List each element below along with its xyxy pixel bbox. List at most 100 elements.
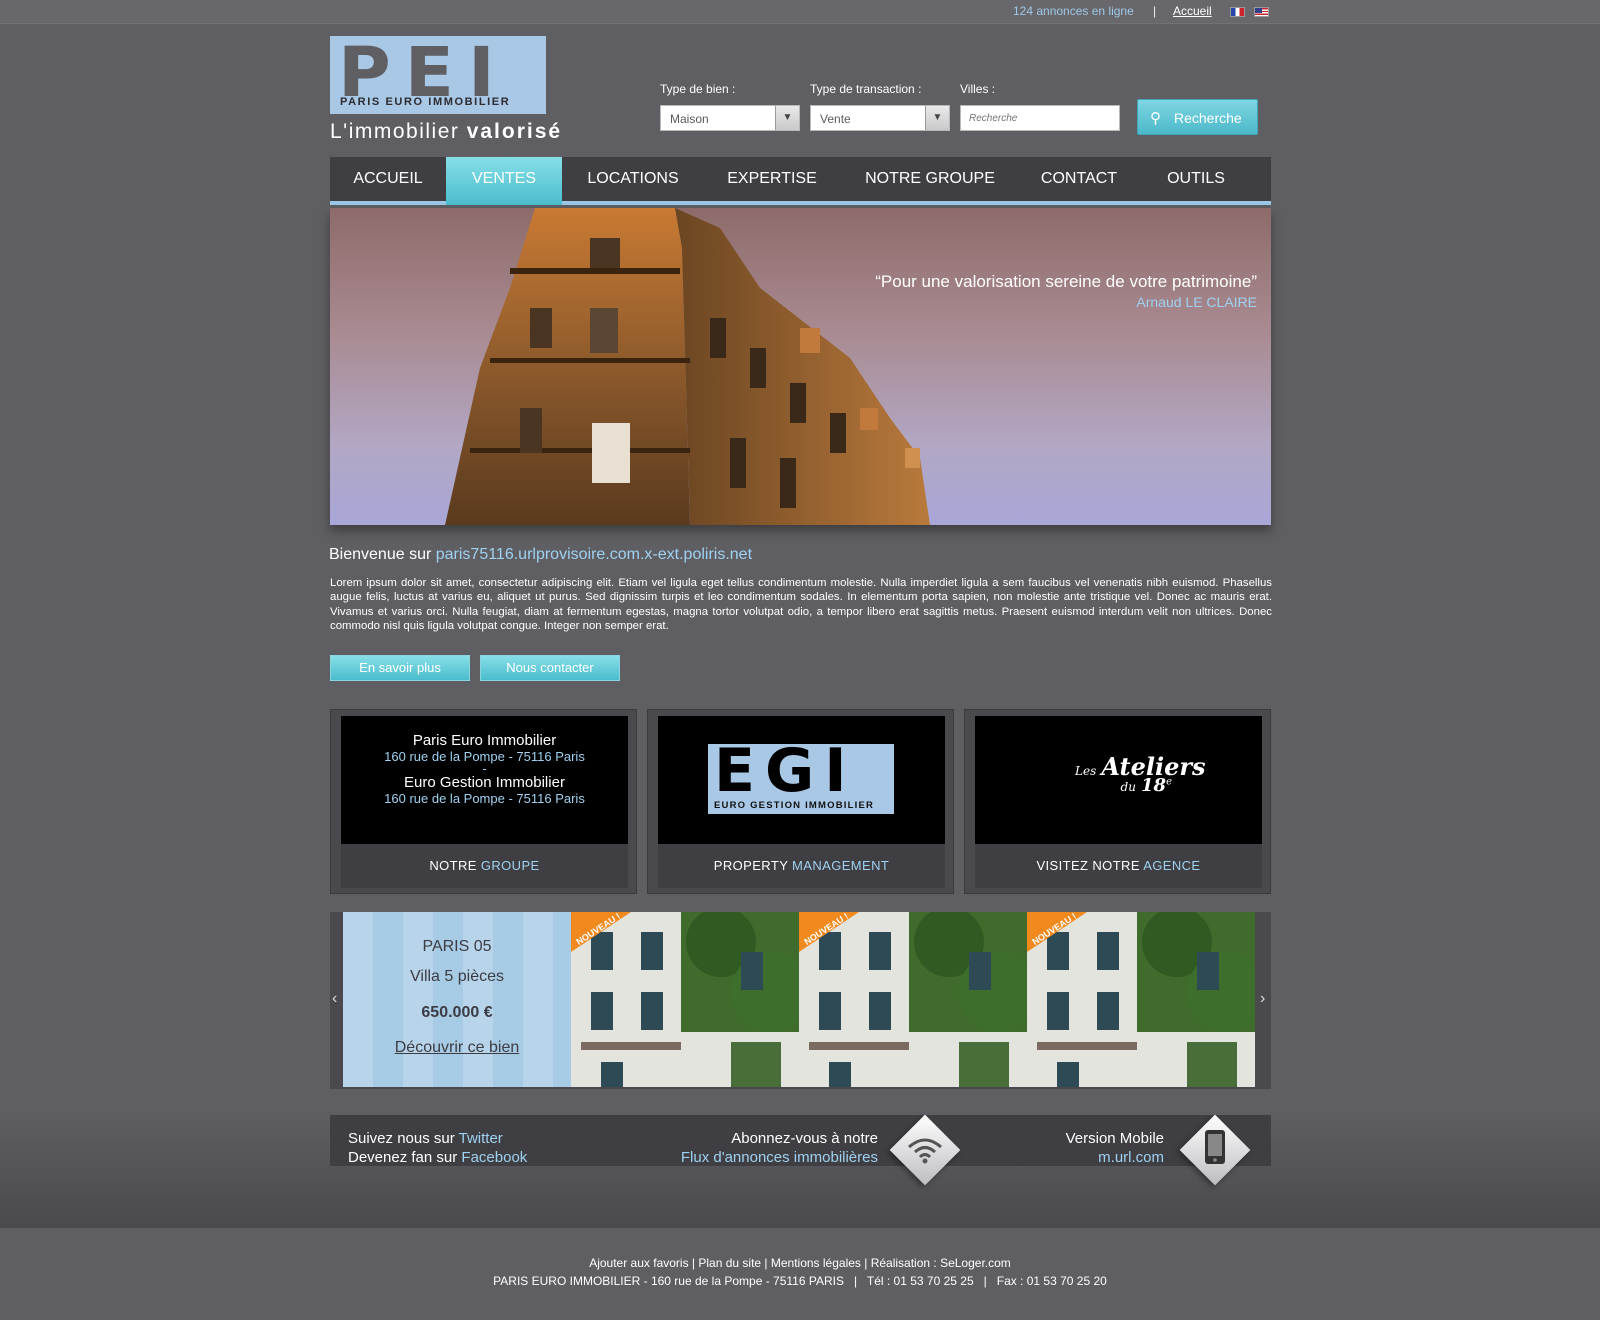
hero-quote-author: Arnaud LE CLAIRE — [1136, 294, 1257, 310]
pm-label-b: MANAGEMENT — [792, 858, 890, 873]
contact-us-button[interactable]: Nous contacter — [480, 655, 620, 681]
agency-box-label: VISITEZ NOTRE AGENCE — [975, 844, 1262, 888]
property-type-value: Maison — [670, 112, 709, 126]
property-type-select[interactable]: Maison ▼ — [660, 105, 800, 131]
group-name-1: Paris Euro Immobilier — [412, 732, 557, 749]
chevron-right-icon[interactable]: › — [1260, 990, 1265, 1008]
nav-contact[interactable]: CONTACT — [1020, 157, 1138, 201]
wifi-icon — [908, 1138, 942, 1164]
property-type-label: Type de bien : — [660, 82, 736, 96]
listing-thumbnail[interactable]: NOUVEAU ! — [571, 912, 799, 1087]
facebook-prefix: Devenez fan sur — [348, 1149, 462, 1166]
nav-ventes[interactable]: VENTES — [446, 157, 562, 205]
hero-banner: “Pour une valorisation sereine de votre … — [330, 208, 1271, 525]
footer-links[interactable]: Ajouter aux favoris | Plan du site | Men… — [0, 1256, 1600, 1270]
tagline-start: L'immobilier — [330, 120, 467, 143]
phone-icon — [1205, 1130, 1225, 1164]
top-bar: 124 annonces en ligne | Accueil — [0, 0, 1600, 24]
ateliers-du: du — [1120, 780, 1136, 794]
twitter-prefix: Suivez nous sur — [348, 1130, 459, 1147]
logo-box: PEI PARIS EURO IMMOBILIER — [330, 32, 546, 114]
listing-price: 650.000 € — [421, 1004, 493, 1021]
agency-label-b: AGENCE — [1143, 858, 1201, 873]
home-link[interactable]: Accueil — [1173, 4, 1212, 18]
top-separator: | — [1153, 4, 1157, 18]
search-button-label: Recherche — [1174, 110, 1242, 126]
logo-company-name: PARIS EURO IMMOBILIER — [340, 96, 511, 108]
welcome-prefix: Bienvenue sur — [329, 546, 436, 563]
property-management-label: PROPERTY MANAGEMENT — [658, 844, 945, 888]
transaction-type-label: Type de transaction : — [810, 82, 922, 96]
main-nav: ACCUEIL VENTES LOCATIONS EXPERTISE NOTRE… — [330, 157, 1271, 205]
search-button[interactable]: ⚲ Recherche — [1137, 99, 1258, 135]
twitter-line: Suivez nous sur Twitter — [348, 1129, 527, 1148]
tagline-bold: valorisé — [466, 120, 563, 143]
listing-type: Villa 5 pièces — [410, 968, 504, 985]
rss-block[interactable]: Abonnez-vous à notre Flux d'annonces imm… — [681, 1129, 878, 1167]
listing-thumbnail[interactable]: NOUVEAU ! — [799, 912, 1027, 1087]
ateliers-num: 18 — [1141, 775, 1167, 796]
ateliers-les: Les — [1075, 764, 1097, 778]
search-icon: ⚲ — [1150, 110, 1161, 127]
property-management-box[interactable]: EGI EURO GESTION IMMOBILIER PROPERTY MAN… — [647, 709, 954, 894]
building-photo — [799, 912, 1027, 1087]
nav-outils[interactable]: OUTILS — [1138, 157, 1254, 201]
welcome-heading: Bienvenue sur paris75116.urlprovisoire.c… — [329, 546, 752, 564]
egi-logo-letters: EGI — [714, 736, 857, 806]
group-box[interactable]: Paris Euro Immobilier 160 rue de la Pomp… — [330, 709, 637, 894]
nav-notre-groupe[interactable]: NOTRE GROUPE — [840, 157, 1020, 201]
agency-box[interactable]: Les Ateliers du 18e VISITEZ NOTRE AGENCE — [964, 709, 1271, 894]
chevron-down-icon[interactable]: ▼ — [925, 106, 949, 130]
learn-more-button[interactable]: En savoir plus — [330, 655, 470, 681]
chevron-down-icon[interactable]: ▼ — [775, 106, 799, 130]
group-box-label-a: NOTRE — [429, 858, 481, 873]
welcome-text: Lorem ipsum dolor sit amet, consectetur … — [330, 577, 1272, 633]
rss-line-2[interactable]: Flux d'annonces immobilières — [681, 1148, 878, 1167]
group-box-label-b: GROUPE — [480, 858, 540, 873]
nav-accueil[interactable]: ACCUEIL — [330, 157, 446, 201]
cities-label: Villes : — [960, 82, 996, 96]
listing-carousel: ‹ PARIS 05 Villa 5 pièces 650.000 € Déco… — [330, 912, 1271, 1089]
social-links: Suivez nous sur Twitter Devenez fan sur … — [348, 1129, 527, 1167]
listing-thumbnail[interactable]: NOUVEAU ! — [1027, 912, 1255, 1087]
chevron-left-icon[interactable]: ‹ — [332, 990, 337, 1008]
ateliers-logo-panel: Les Ateliers du 18e — [975, 716, 1262, 844]
french-flag-icon[interactable] — [1230, 7, 1245, 17]
logo[interactable]: PEI PARIS EURO IMMOBILIER L'immobilier v… — [330, 32, 600, 146]
welcome-site-link[interactable]: paris75116.urlprovisoire.com.x-ext.polir… — [436, 546, 752, 563]
nav-expertise[interactable]: EXPERTISE — [704, 157, 840, 201]
pm-label-a: PROPERTY — [713, 858, 793, 873]
building-photo — [1027, 912, 1255, 1087]
building-photo — [571, 912, 799, 1087]
egi-logo-panel: EGI EURO GESTION IMMOBILIER — [658, 716, 945, 844]
tagline: L'immobilier valorisé — [330, 120, 562, 144]
group-box-label: NOTRE GROUPE — [341, 844, 628, 888]
ateliers-logo: Les Ateliers du 18e — [1075, 752, 1206, 796]
mobile-block[interactable]: Version Mobile m.url.com — [1066, 1129, 1164, 1167]
group-name-2: Euro Gestion Immobilier — [404, 774, 565, 791]
featured-listing-card[interactable]: PARIS 05 Villa 5 pièces 650.000 € Découv… — [343, 912, 571, 1087]
egi-logo: EGI EURO GESTION IMMOBILIER — [708, 736, 894, 814]
cities-input[interactable] — [960, 105, 1120, 131]
english-flag-icon[interactable] — [1254, 7, 1269, 17]
transaction-type-value: Vente — [820, 112, 851, 126]
hero-quote: “Pour une valorisation sereine de votre … — [875, 272, 1257, 291]
discover-listing-link[interactable]: Découvrir ce bien — [343, 1039, 571, 1057]
nav-locations[interactable]: LOCATIONS — [562, 157, 704, 201]
footer-address: PARIS EURO IMMOBILIER - 160 rue de la Po… — [493, 1274, 1107, 1288]
building-illustration — [445, 208, 930, 525]
listing-city: PARIS 05 — [422, 938, 492, 955]
facebook-link[interactable]: Facebook — [461, 1149, 527, 1166]
listings-count: 124 annonces en ligne — [1013, 4, 1134, 18]
social-bar: Suivez nous sur Twitter Devenez fan sur … — [330, 1115, 1271, 1166]
group-dash: - — [482, 761, 487, 776]
twitter-link[interactable]: Twitter — [459, 1130, 503, 1147]
rss-line-1: Abonnez-vous à notre — [731, 1130, 878, 1147]
group-info: Paris Euro Immobilier 160 rue de la Pomp… — [341, 716, 628, 844]
group-address-2: 160 rue de la Pompe - 75116 Paris — [384, 791, 585, 806]
ateliers-sup: e — [1166, 776, 1173, 788]
transaction-type-select[interactable]: Vente ▼ — [810, 105, 950, 131]
agency-label-a: VISITEZ NOTRE — [1036, 858, 1144, 873]
footer: Ajouter aux favoris | Plan du site | Men… — [0, 1228, 1600, 1320]
mobile-line-2[interactable]: m.url.com — [1066, 1148, 1164, 1167]
